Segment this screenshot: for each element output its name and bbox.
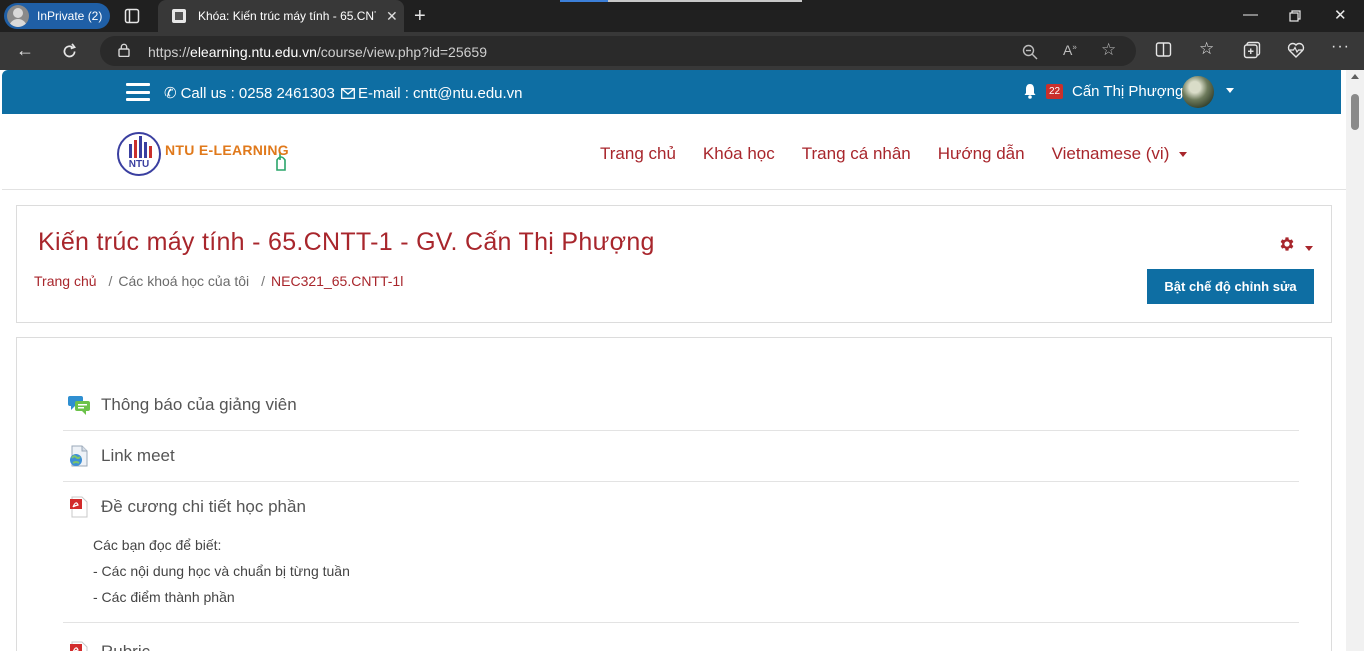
- lock-icon[interactable]: [118, 43, 130, 57]
- user-name[interactable]: Cấn Thị Phượng: [1072, 83, 1183, 100]
- collections-icon[interactable]: [1243, 41, 1261, 59]
- breadcrumb: Trang chủ / Các khoá học của tôi / NEC321_65…: [34, 273, 403, 289]
- browser-tab-bar: InPrivate (2) Khóa: Kiến trúc máy tính -…: [0, 0, 1364, 32]
- description-line: - Các điểm thành phần: [93, 589, 235, 605]
- activity-item[interactable]: Thông báo của giảng viên: [63, 379, 1299, 431]
- pdf-icon: [70, 641, 88, 651]
- active-tab[interactable]: Khóa: Kiến trúc máy tính - 65.CNTT-1 ✕: [158, 0, 404, 32]
- contact-email: E-mail : cntt@ntu.edu.vn: [358, 85, 523, 102]
- url-icon: [70, 445, 88, 466]
- browser-essentials-icon[interactable]: [1287, 41, 1305, 59]
- page-viewport: ✆ Call us : 0258 2461303 E-mail : cntt@nt…: [0, 70, 1346, 651]
- site-logo[interactable]: NTU NTU E-LEARNING: [117, 130, 302, 178]
- address-bar: ← https://elearning.ntu.edu.vn/course/vi…: [0, 32, 1364, 70]
- breadcrumb-home[interactable]: Trang chủ: [34, 273, 97, 289]
- notification-bell-icon[interactable]: [1023, 83, 1037, 99]
- zoom-icon[interactable]: [1022, 44, 1038, 60]
- activity-name[interactable]: Rubric: [101, 642, 150, 651]
- page-scrollbar[interactable]: [1346, 70, 1364, 651]
- activity-name[interactable]: Đề cương chi tiết học phần: [101, 497, 306, 517]
- new-tab-icon[interactable]: +: [414, 5, 426, 28]
- profile-button[interactable]: InPrivate (2): [4, 3, 110, 29]
- menu-hamburger-icon[interactable]: [126, 83, 150, 101]
- tab-favicon-icon: [172, 9, 186, 23]
- close-window-icon[interactable]: ✕: [1334, 6, 1347, 24]
- tab-actions-icon[interactable]: [124, 8, 140, 24]
- forum-icon: [68, 395, 90, 415]
- site-topbar: ✆ Call us : 0258 2461303 E-mail : cntt@nt…: [2, 70, 1341, 114]
- pdf-icon: [70, 496, 88, 517]
- breadcrumb-separator: /: [261, 273, 266, 289]
- url-field[interactable]: https://elearning.ntu.edu.vn/course/view…: [100, 36, 1136, 66]
- svg-text:NTU: NTU: [129, 159, 150, 170]
- settings-caret-icon[interactable]: [1305, 246, 1313, 251]
- activity-description: Các bạn đọc để biết: - Các nội dung học …: [63, 532, 1299, 622]
- nav-profile[interactable]: Trang cá nhân: [802, 144, 911, 164]
- split-screen-icon[interactable]: [1155, 41, 1172, 58]
- favorites-icon[interactable]: ☆: [1199, 39, 1214, 59]
- back-icon[interactable]: ←: [16, 40, 34, 61]
- edit-mode-button[interactable]: Bật chế độ chỉnh sửa: [1147, 269, 1314, 304]
- course-header: Kiến trúc máy tính - 65.CNTT-1 - GV. Cấn…: [16, 205, 1332, 323]
- contact-info: ✆ Call us : 0258 2461303 E-mail : cntt@nt…: [164, 84, 523, 102]
- loading-indicator: [560, 0, 802, 2]
- notification-count-badge: 22: [1046, 84, 1064, 99]
- main-navbar: NTU NTU E-LEARNING Trang chủ Khóa học Tr…: [2, 114, 1346, 190]
- url-prefix: https://: [148, 44, 191, 60]
- user-avatar[interactable]: [1182, 76, 1214, 108]
- activity-name[interactable]: Link meet: [101, 446, 175, 466]
- minimize-icon[interactable]: —: [1243, 6, 1258, 23]
- user-menu-caret-icon[interactable]: [1226, 88, 1234, 93]
- tab-close-icon[interactable]: ✕: [386, 8, 398, 25]
- profile-avatar-icon: [7, 5, 29, 27]
- read-aloud-icon[interactable]: A»: [1063, 42, 1077, 58]
- envelope-icon: [341, 88, 355, 99]
- nav-links: Trang chủ Khóa học Trang cá nhân Hướng d…: [600, 144, 1214, 164]
- url-text: https://elearning.ntu.edu.vn/course/view…: [148, 44, 487, 60]
- settings-gear-icon[interactable]: [1278, 235, 1296, 253]
- profile-label: InPrivate (2): [37, 9, 103, 23]
- nav-home[interactable]: Trang chủ: [600, 144, 676, 164]
- page-title: Kiến trúc máy tính - 65.CNTT-1 - GV. Cấn…: [38, 228, 655, 256]
- tab-title: Khóa: Kiến trúc máy tính - 65.CNTT-1: [198, 9, 376, 23]
- activity-item[interactable]: Đề cương chi tiết học phần Các bạn đọc đ…: [63, 481, 1299, 623]
- url-path: /course/view.php?id=25659: [316, 44, 487, 60]
- restore-icon[interactable]: [1289, 10, 1301, 22]
- description-line: - Các nội dung học và chuẩn bị từng tuần: [93, 563, 350, 579]
- breadcrumb-my-courses[interactable]: Các khoá học của tôi: [118, 273, 249, 289]
- nav-guide[interactable]: Hướng dẫn: [938, 144, 1025, 164]
- course-content: Thông báo của giảng viên Link meet Đề cư…: [16, 337, 1332, 651]
- refresh-icon[interactable]: [61, 43, 78, 60]
- breadcrumb-course[interactable]: NEC321_65.CNTT-1l: [271, 273, 403, 289]
- scrollbar-thumb[interactable]: [1351, 94, 1359, 130]
- description-line: Các bạn đọc để biết:: [93, 537, 222, 553]
- contact-phone: Call us : 0258 2461303: [180, 85, 335, 102]
- activity-item[interactable]: Link meet: [63, 430, 1299, 482]
- breadcrumb-separator: /: [108, 273, 113, 289]
- phone-icon: ✆: [164, 85, 177, 102]
- more-menu-icon[interactable]: ···: [1331, 38, 1350, 56]
- scroll-up-arrow-icon[interactable]: [1351, 74, 1359, 79]
- activity-item[interactable]: Rubric: [63, 626, 1299, 651]
- language-selector[interactable]: Vietnamese ‎(vi)‎: [1052, 144, 1188, 164]
- favorite-star-icon[interactable]: ☆: [1101, 40, 1116, 60]
- activity-name[interactable]: Thông báo của giảng viên: [101, 395, 297, 415]
- nav-courses[interactable]: Khóa học: [703, 144, 775, 164]
- url-host: elearning.ntu.edu.vn: [190, 44, 317, 60]
- logo-text: NTU E-LEARNING: [165, 142, 289, 158]
